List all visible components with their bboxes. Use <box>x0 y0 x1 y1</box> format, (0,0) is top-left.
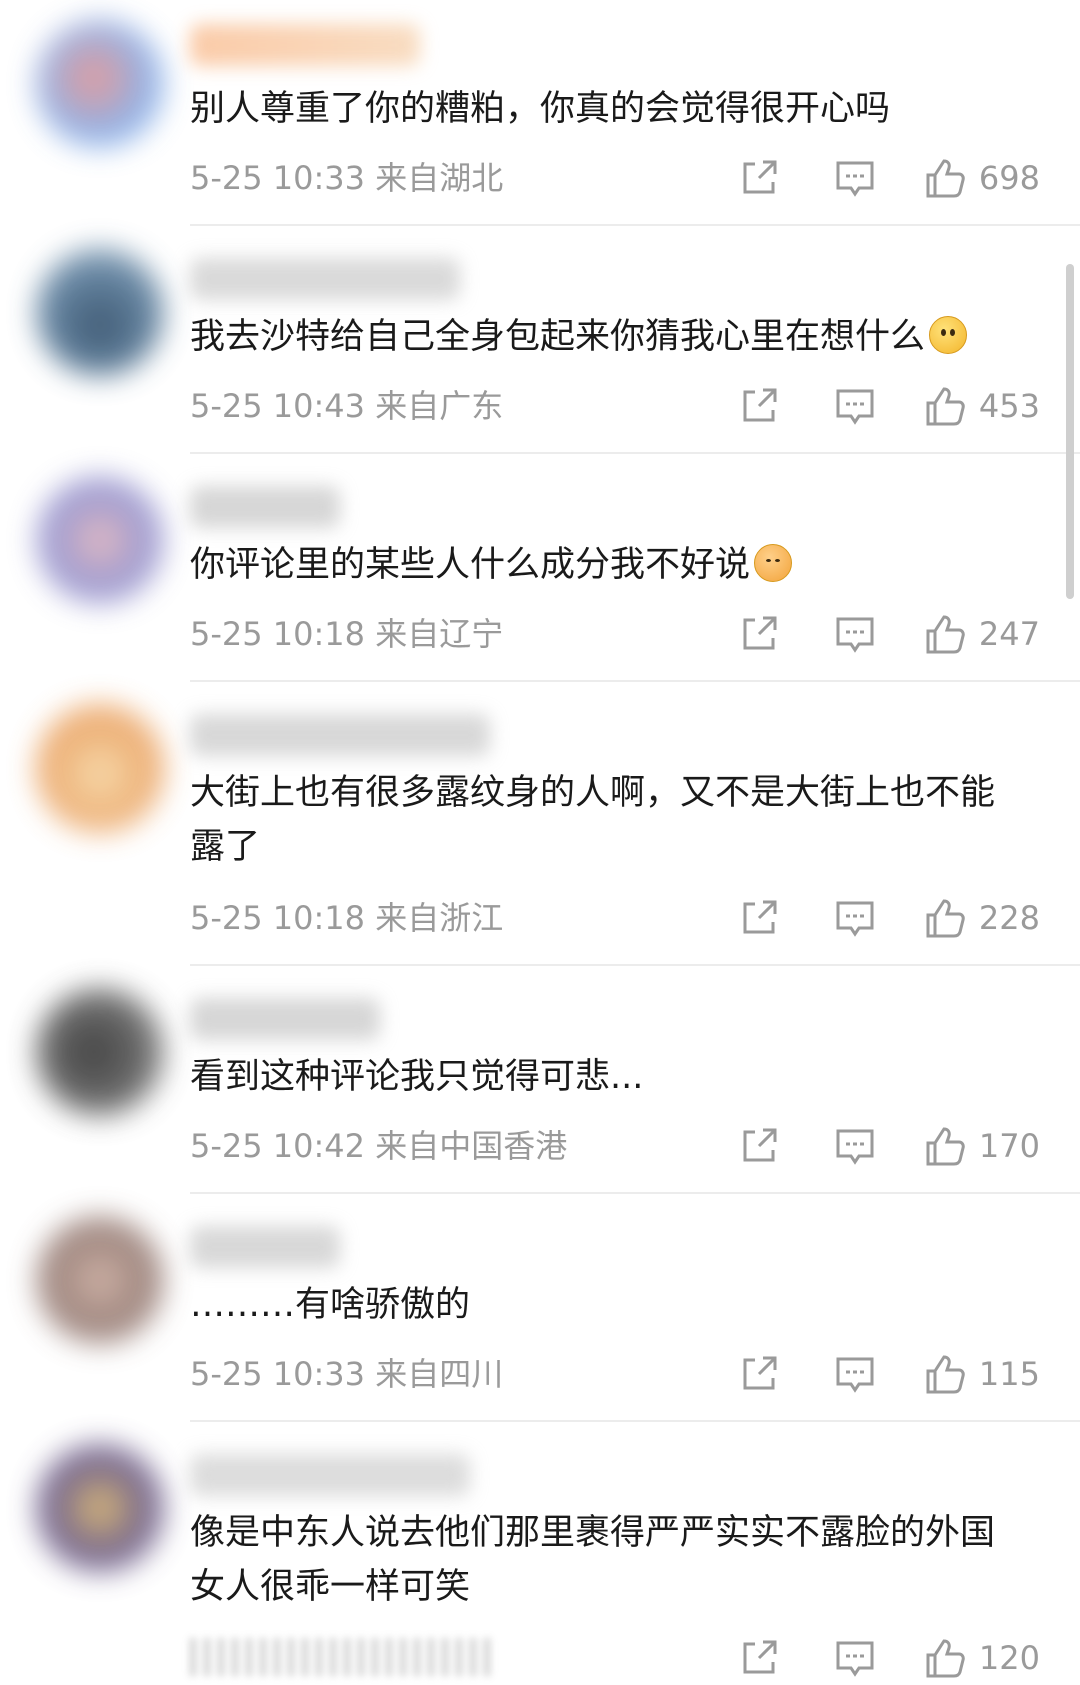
avatar[interactable] <box>36 988 164 1116</box>
comment-actions: 453 <box>685 384 1040 428</box>
comment-location: 来自浙江 <box>375 899 504 937</box>
comment-location: 来自中国香港 <box>375 1127 568 1165</box>
comment-actions: 228 <box>685 896 1040 940</box>
avatar[interactable] <box>36 248 164 376</box>
comment-time: 5-25 10:18 <box>190 615 366 653</box>
comment-bubble-icon[interactable] <box>833 156 877 200</box>
thumbs-up-icon <box>923 612 967 656</box>
comment-text: 别人尊重了你的糟粕，你真的会觉得很开心吗 <box>190 89 891 129</box>
comment-meta-blurred <box>190 1638 490 1676</box>
comment-text: 像是中东人说去他们那里裹得严严实实不露脸的外国女人很乖一样可笑 <box>190 1513 996 1607</box>
username-blurred[interactable] <box>190 258 460 300</box>
comment-bubble-icon[interactable] <box>833 384 877 428</box>
username-blurred[interactable] <box>190 1454 470 1496</box>
avatar[interactable] <box>36 1216 164 1344</box>
avatar[interactable] <box>36 20 164 148</box>
username-blurred[interactable] <box>190 486 340 528</box>
comment-location: 来自四川 <box>375 1355 504 1393</box>
share-out-icon[interactable] <box>737 1636 781 1680</box>
like-count: 120 <box>978 1639 1040 1677</box>
comment-text: 看到这种评论我只觉得可悲... <box>190 1057 644 1097</box>
username-blurred[interactable] <box>190 24 420 66</box>
comment-location: 来自辽宁 <box>375 615 504 653</box>
like-count: 170 <box>978 1127 1040 1165</box>
avatar[interactable] <box>36 1444 164 1572</box>
comment-bubble-icon[interactable] <box>833 1636 877 1680</box>
avatar[interactable] <box>36 704 164 832</box>
share-out-icon[interactable] <box>737 156 781 200</box>
comment-location: 来自广东 <box>375 387 504 425</box>
comment-meta: 5-25 10:43 来自广东 <box>190 386 503 426</box>
shy-smile-emoji-icon <box>754 544 793 582</box>
comment-text: ………有啥骄傲的 <box>190 1285 471 1325</box>
comment-bubble-icon[interactable] <box>833 1352 877 1396</box>
comment-meta: 5-25 10:33 来自四川 <box>190 1354 503 1394</box>
comment-time: 5-25 10:33 <box>190 159 366 197</box>
like-button[interactable]: 115 <box>923 1352 1040 1396</box>
comment-bubble-icon[interactable] <box>833 1124 877 1168</box>
share-out-icon[interactable] <box>737 384 781 428</box>
share-out-icon[interactable] <box>737 896 781 940</box>
like-count: 247 <box>978 615 1040 653</box>
comment-text: 我去沙特给自己全身包起来你猜我心里在想什么 <box>190 310 1020 364</box>
username-blurred[interactable] <box>190 714 490 756</box>
comment-time: 5-25 10:33 <box>190 1355 366 1393</box>
comment-text: 你评论里的某些人什么成分我不好说 <box>190 538 1020 592</box>
like-button[interactable]: 120 <box>923 1636 1040 1680</box>
divider <box>190 452 1080 454</box>
comment-location: 来自湖北 <box>375 159 504 197</box>
thumbs-up-icon <box>923 156 967 200</box>
like-button[interactable]: 228 <box>923 896 1040 940</box>
comment-actions: 247 <box>685 612 1040 656</box>
scrollbar[interactable] <box>1066 264 1074 599</box>
comment-meta: 5-25 10:18 来自辽宁 <box>190 614 503 654</box>
like-count: 698 <box>978 159 1040 197</box>
comment-actions: 170 <box>685 1124 1040 1168</box>
like-count: 115 <box>978 1355 1040 1393</box>
thumbs-up-icon <box>923 1636 967 1680</box>
comment-actions: 698 <box>685 156 1040 200</box>
username-blurred[interactable] <box>190 998 380 1040</box>
smile-emoji-icon <box>929 316 968 354</box>
divider <box>190 680 1080 682</box>
comment-time: 5-25 10:43 <box>190 387 366 425</box>
comment-meta: 5-25 10:42 来自中国香港 <box>190 1126 567 1166</box>
divider <box>190 224 1080 226</box>
avatar[interactable] <box>36 476 164 604</box>
comment-time: 5-25 10:42 <box>190 1127 366 1165</box>
thumbs-up-icon <box>923 1352 967 1396</box>
divider <box>190 1420 1080 1422</box>
comment-time: 5-25 10:18 <box>190 899 366 937</box>
comment-actions: 120 <box>685 1636 1040 1680</box>
comment-meta: 5-25 10:18 来自浙江 <box>190 898 503 938</box>
comment-bubble-icon[interactable] <box>833 612 877 656</box>
like-button[interactable]: 170 <box>923 1124 1040 1168</box>
divider <box>190 964 1080 966</box>
share-out-icon[interactable] <box>737 1352 781 1396</box>
thumbs-up-icon <box>923 1124 967 1168</box>
like-button[interactable]: 453 <box>923 384 1040 428</box>
like-count: 228 <box>978 899 1040 937</box>
like-count: 453 <box>978 387 1040 425</box>
comment-actions: 115 <box>685 1352 1040 1396</box>
thumbs-up-icon <box>923 384 967 428</box>
username-blurred[interactable] <box>190 1226 340 1268</box>
like-button[interactable]: 698 <box>923 156 1040 200</box>
share-out-icon[interactable] <box>737 612 781 656</box>
comment-text: 大街上也有很多露纹身的人啊，又不是大街上也不能露了 <box>190 773 996 867</box>
comment-bubble-icon[interactable] <box>833 896 877 940</box>
divider <box>190 1192 1080 1194</box>
thumbs-up-icon <box>923 896 967 940</box>
comment-meta: 5-25 10:33 来自湖北 <box>190 158 503 198</box>
share-out-icon[interactable] <box>737 1124 781 1168</box>
like-button[interactable]: 247 <box>923 612 1040 656</box>
